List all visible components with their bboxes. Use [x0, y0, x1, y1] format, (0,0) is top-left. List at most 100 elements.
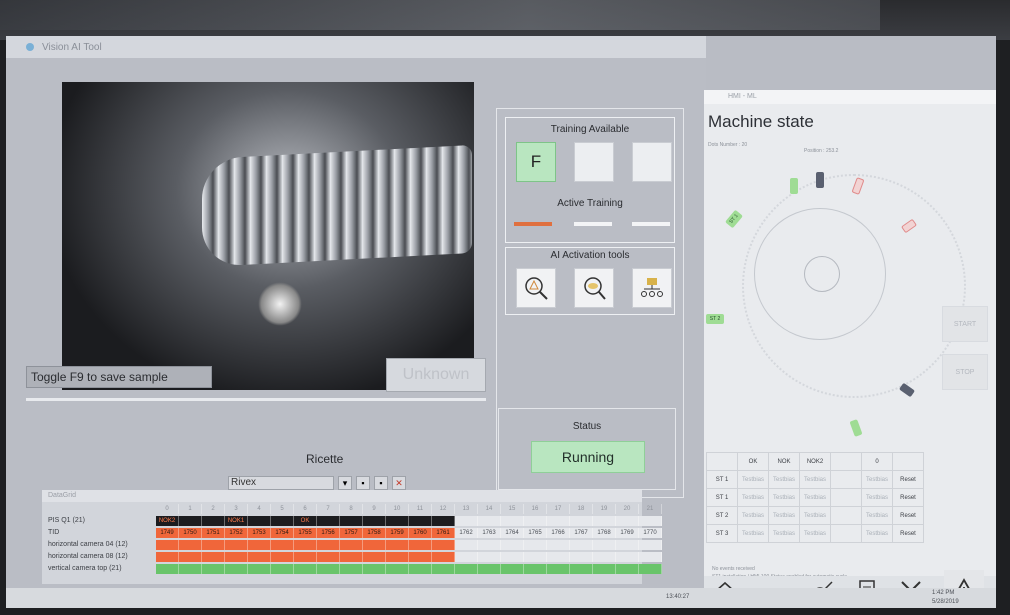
- grid-cell[interactable]: [340, 564, 363, 574]
- ricette-edit-button[interactable]: ▪: [374, 476, 388, 490]
- grid-cell[interactable]: [386, 516, 409, 526]
- network-tree-icon[interactable]: [632, 268, 672, 308]
- grid-cell[interactable]: [179, 552, 202, 562]
- stop-button[interactable]: STOP: [942, 354, 988, 390]
- grid-row[interactable]: horizontal camera 04 (12): [42, 540, 662, 550]
- grid-cell[interactable]: [294, 552, 317, 562]
- grid-cell[interactable]: [363, 564, 386, 574]
- grid-cell[interactable]: [363, 552, 386, 562]
- grid-cell[interactable]: [294, 564, 317, 574]
- grid-cell[interactable]: [501, 552, 524, 562]
- grid-cell[interactable]: 1763: [478, 528, 501, 538]
- grid-cell[interactable]: [639, 564, 662, 574]
- grid-cell[interactable]: [179, 564, 202, 574]
- grid-cell[interactable]: [179, 540, 202, 550]
- grid-cell[interactable]: [409, 540, 432, 550]
- grid-cell[interactable]: [317, 516, 340, 526]
- grid-cell[interactable]: [317, 552, 340, 562]
- ricette-save-button[interactable]: ▪: [356, 476, 370, 490]
- grid-cell[interactable]: [547, 564, 570, 574]
- grid-cell[interactable]: [317, 564, 340, 574]
- grid-cell[interactable]: [386, 540, 409, 550]
- grid-cell[interactable]: [616, 516, 639, 526]
- grid-cell[interactable]: [202, 516, 225, 526]
- grid-cell[interactable]: [317, 540, 340, 550]
- grid-cell[interactable]: [593, 564, 616, 574]
- grid-cell[interactable]: [340, 516, 363, 526]
- grid-cell[interactable]: [501, 516, 524, 526]
- grid-cell[interactable]: 1767: [570, 528, 593, 538]
- grid-cell[interactable]: [616, 552, 639, 562]
- grid-cell[interactable]: [225, 552, 248, 562]
- reset-button[interactable]: Reset: [892, 470, 924, 489]
- grid-cell[interactable]: 1753: [248, 528, 271, 538]
- station-tag-st2[interactable]: ST 2: [706, 314, 724, 324]
- grid-cell[interactable]: [570, 540, 593, 550]
- grid-cell[interactable]: [616, 564, 639, 574]
- reset-button[interactable]: Reset: [892, 488, 924, 507]
- grid-cell[interactable]: [202, 564, 225, 574]
- grid-cell[interactable]: 1768: [593, 528, 616, 538]
- grid-cell[interactable]: [363, 540, 386, 550]
- grid-cell[interactable]: [294, 540, 317, 550]
- start-button[interactable]: START: [942, 306, 988, 342]
- grid-cell[interactable]: [156, 564, 179, 574]
- grid-cell[interactable]: [409, 516, 432, 526]
- alert-search-icon[interactable]: [516, 268, 556, 308]
- grid-cell[interactable]: 1757: [340, 528, 363, 538]
- grid-cell[interactable]: [386, 552, 409, 562]
- grid-cell[interactable]: [570, 552, 593, 562]
- grid-cell[interactable]: 1765: [524, 528, 547, 538]
- grid-cell[interactable]: [340, 552, 363, 562]
- grid-cell[interactable]: 1751: [202, 528, 225, 538]
- grid-cell[interactable]: [248, 564, 271, 574]
- grid-cell[interactable]: [593, 516, 616, 526]
- grid-cell[interactable]: [501, 540, 524, 550]
- grid-cell[interactable]: [432, 564, 455, 574]
- training-slot-1[interactable]: F: [516, 142, 556, 182]
- grid-cell[interactable]: [455, 552, 478, 562]
- grid-cell[interactable]: [501, 564, 524, 574]
- training-slot-2[interactable]: [574, 142, 614, 182]
- grid-cell[interactable]: [271, 540, 294, 550]
- grid-cell[interactable]: 1761: [432, 528, 455, 538]
- magnify-focus-icon[interactable]: [574, 268, 614, 308]
- grid-cell[interactable]: [156, 540, 179, 550]
- reset-button[interactable]: Reset: [892, 524, 924, 543]
- grid-cell[interactable]: 1770: [639, 528, 662, 538]
- grid-cell[interactable]: [432, 552, 455, 562]
- grid-cell[interactable]: [202, 552, 225, 562]
- grid-cell[interactable]: [478, 516, 501, 526]
- grid-row[interactable]: TID 1749 1750 1751 1752 1753 1754 1755 1756 1757 1…: [42, 528, 662, 538]
- grid-cell[interactable]: OK: [294, 516, 317, 526]
- station-tag-st1[interactable]: ST 1: [725, 209, 743, 229]
- reset-button[interactable]: Reset: [892, 506, 924, 525]
- grid-cell[interactable]: [202, 540, 225, 550]
- grid-cell[interactable]: [340, 540, 363, 550]
- grid-cell[interactable]: 1764: [501, 528, 524, 538]
- grid-cell[interactable]: [478, 540, 501, 550]
- grid-cell[interactable]: [547, 540, 570, 550]
- grid-row[interactable]: vertical camera top (21): [42, 564, 662, 574]
- grid-cell[interactable]: 1756: [317, 528, 340, 538]
- grid-cell[interactable]: [524, 564, 547, 574]
- grid-cell[interactable]: 1749: [156, 528, 179, 538]
- grid-cell[interactable]: [432, 516, 455, 526]
- ricette-delete-button[interactable]: ✕: [392, 476, 406, 490]
- grid-cell[interactable]: [455, 540, 478, 550]
- ricette-dropdown-button[interactable]: ▾: [338, 476, 352, 490]
- grid-cell[interactable]: [271, 516, 294, 526]
- grid-cell[interactable]: [409, 552, 432, 562]
- grid-cell[interactable]: 1766: [547, 528, 570, 538]
- grid-cell[interactable]: [156, 552, 179, 562]
- grid-cell[interactable]: 1755: [294, 528, 317, 538]
- grid-cell[interactable]: NOK1: [225, 516, 248, 526]
- grid-cell[interactable]: [570, 516, 593, 526]
- grid-cell[interactable]: NOK2: [156, 516, 179, 526]
- grid-cell[interactable]: [639, 552, 662, 562]
- grid-cell[interactable]: [271, 564, 294, 574]
- grid-cell[interactable]: [271, 552, 294, 562]
- grid-cell[interactable]: [455, 516, 478, 526]
- grid-cell[interactable]: [409, 564, 432, 574]
- grid-cell[interactable]: 1752: [225, 528, 248, 538]
